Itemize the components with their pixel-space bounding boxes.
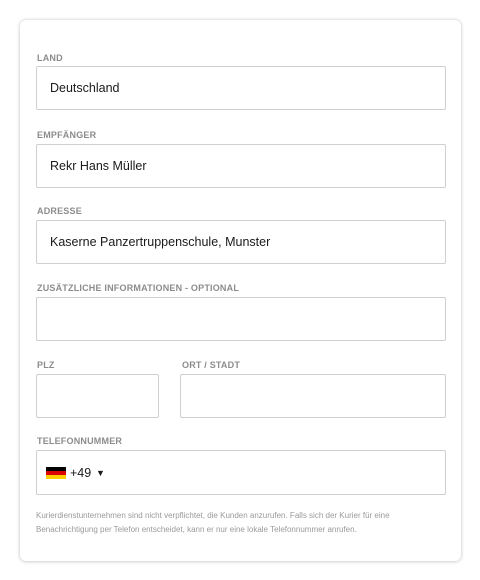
- phone-input[interactable]: +49 ▼: [36, 450, 446, 495]
- courier-note: Kurierdienstunternehmen sind nicht verpf…: [36, 511, 390, 534]
- zip-input[interactable]: [36, 374, 159, 418]
- address-label: ADRESSE: [37, 206, 82, 216]
- dial-code[interactable]: +49: [70, 466, 91, 480]
- phone-label: TELEFONNUMMER: [37, 436, 123, 446]
- shipping-address-form: LAND EMPFÄNGER ADRESSE ZUSÄTZLICHE INFOR…: [20, 20, 461, 561]
- additional-info-label: ZUSÄTZLICHE INFORMATIONEN - OPTIONAL: [37, 283, 240, 293]
- zip-label: PLZ: [37, 360, 55, 370]
- address-input[interactable]: [36, 220, 446, 264]
- city-label: ORT / STADT: [182, 360, 241, 370]
- germany-flag-icon[interactable]: [46, 467, 66, 479]
- recipient-input[interactable]: [36, 144, 446, 188]
- chevron-down-icon[interactable]: ▼: [96, 466, 105, 480]
- recipient-label: EMPFÄNGER: [37, 130, 97, 140]
- country-label: LAND: [37, 53, 63, 63]
- country-input[interactable]: [36, 66, 446, 110]
- city-input[interactable]: [180, 374, 446, 418]
- additional-info-input[interactable]: [36, 297, 446, 341]
